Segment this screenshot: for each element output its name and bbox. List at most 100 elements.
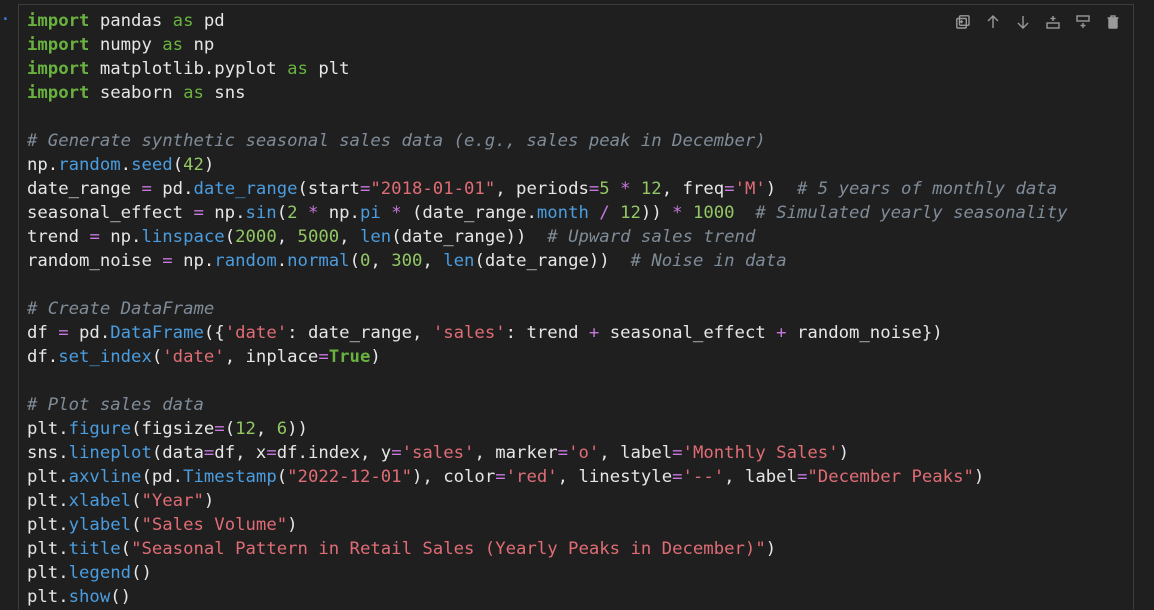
code-line: ​ xyxy=(27,369,1068,393)
code-token: 12 xyxy=(620,203,641,223)
code-token: sns. xyxy=(27,443,69,463)
code-token: : date_range, xyxy=(287,323,433,343)
code-token: ) xyxy=(287,515,298,535)
active-cell-marker: . xyxy=(0,4,11,25)
code-token: seaborn xyxy=(89,83,184,103)
code-token: plt. xyxy=(27,587,69,607)
code-token: * xyxy=(391,203,402,223)
code-token: = xyxy=(391,443,402,463)
trash-icon[interactable] xyxy=(1105,14,1121,30)
code-token: (date_range)) xyxy=(474,251,631,271)
code-token: import xyxy=(27,11,90,31)
code-token: , inplace xyxy=(224,347,319,367)
code-token: xlabel xyxy=(68,491,132,511)
code-token: df. xyxy=(27,347,59,367)
code-editor[interactable]: import pandas as pd import numpy as np imp… xyxy=(27,9,1068,609)
code-token: sns xyxy=(203,83,246,103)
code-cell[interactable]: import pandas as pd import numpy as np imp… xyxy=(18,4,1134,610)
code-token: , xyxy=(276,227,298,247)
code-token: / xyxy=(599,203,610,223)
code-line: # Generate synthetic seasonal sales data… xyxy=(27,129,1068,153)
code-line: random_noise = np.random.normal(0, 300, … xyxy=(27,249,1068,273)
code-token: ) xyxy=(973,467,985,487)
code-token: seasonal_effect xyxy=(599,323,777,343)
code-token: ( xyxy=(131,491,142,511)
code-token: trend xyxy=(27,227,90,247)
code-token: ) xyxy=(838,443,850,463)
code-token: 12 xyxy=(640,179,662,199)
code-token: 5000 xyxy=(297,227,340,247)
code-token: = xyxy=(495,467,506,487)
code-token: ) xyxy=(203,491,215,511)
code-token: 'M' xyxy=(734,179,766,199)
code-token: random_noise}) xyxy=(786,323,943,343)
code-token: df xyxy=(27,323,59,343)
code-line: np.random.seed(42) xyxy=(27,153,1068,177)
code-token: , xyxy=(422,251,444,271)
code-token: as xyxy=(183,83,204,103)
code-token: seed xyxy=(131,155,173,175)
code-token: , label xyxy=(599,443,673,463)
code-token: DataFrame xyxy=(110,323,204,343)
code-token: , label xyxy=(724,467,797,487)
code-line: trend = np.linspace(2000, 5000, len(date… xyxy=(27,225,1068,249)
code-token: plt. xyxy=(27,419,69,439)
code-token: as xyxy=(172,11,194,31)
code-token: "Seasonal Pattern in Retail Sales (Yearl… xyxy=(131,539,766,559)
code-line: import seaborn as sns xyxy=(27,81,1068,105)
code-token: = xyxy=(588,179,600,199)
code-token: np. xyxy=(99,227,142,247)
insert-below-icon[interactable] xyxy=(1075,14,1091,30)
code-line: plt.figure(figsize=(12, 6)) xyxy=(27,417,1068,441)
code-line: plt.legend() xyxy=(27,561,1068,585)
code-token: random xyxy=(214,251,277,271)
code-token: title xyxy=(68,539,121,559)
code-line: ​ xyxy=(27,273,1068,297)
code-token: 5 xyxy=(599,179,610,199)
code-token: plt. xyxy=(27,515,69,535)
code-token: set_index xyxy=(58,347,152,367)
code-token: np. xyxy=(318,203,360,223)
code-token: ) xyxy=(370,347,381,367)
code-token: 'sales' xyxy=(432,323,506,343)
code-token: df, x xyxy=(214,443,267,463)
code-token: = xyxy=(214,419,225,439)
code-token: "2018-01-01" xyxy=(370,179,496,199)
code-token: import xyxy=(27,35,90,55)
code-token: # Upward sales trend xyxy=(547,227,756,247)
code-token: (data xyxy=(151,443,204,463)
code-token: 'date' xyxy=(162,347,225,367)
code-token: linspace xyxy=(141,227,225,247)
code-token: 6 xyxy=(276,419,288,439)
code-token: ( xyxy=(131,515,142,535)
code-token: = xyxy=(724,179,735,199)
code-line: plt.xlabel("Year") xyxy=(27,489,1068,513)
code-token: ( xyxy=(172,155,184,175)
code-token: plt xyxy=(307,59,350,79)
code-token: # Create DataFrame xyxy=(27,299,215,319)
code-token: 2 xyxy=(287,203,298,223)
code-token: pd. xyxy=(68,323,111,343)
code-token: Timestamp xyxy=(183,467,277,487)
code-token: plt. xyxy=(27,563,69,583)
code-token: 300 xyxy=(391,251,423,271)
code-line: # Plot sales data xyxy=(27,393,1068,417)
code-token: df.index, y xyxy=(276,443,392,463)
code-token: = xyxy=(162,251,173,271)
code-token: axvline xyxy=(68,467,142,487)
code-token: numpy xyxy=(89,35,163,55)
code-token: 'sales' xyxy=(401,443,475,463)
code-token: # Plot sales data xyxy=(27,395,204,415)
code-line: date_range = pd.date_range(start="2018-0… xyxy=(27,177,1068,201)
code-token: (date_range)) xyxy=(391,227,548,247)
code-token: )) xyxy=(287,419,308,439)
code-token: ) xyxy=(203,155,215,175)
code-token: "Sales Volume" xyxy=(141,515,288,535)
code-line: plt.ylabel("Sales Volume") xyxy=(27,513,1068,537)
